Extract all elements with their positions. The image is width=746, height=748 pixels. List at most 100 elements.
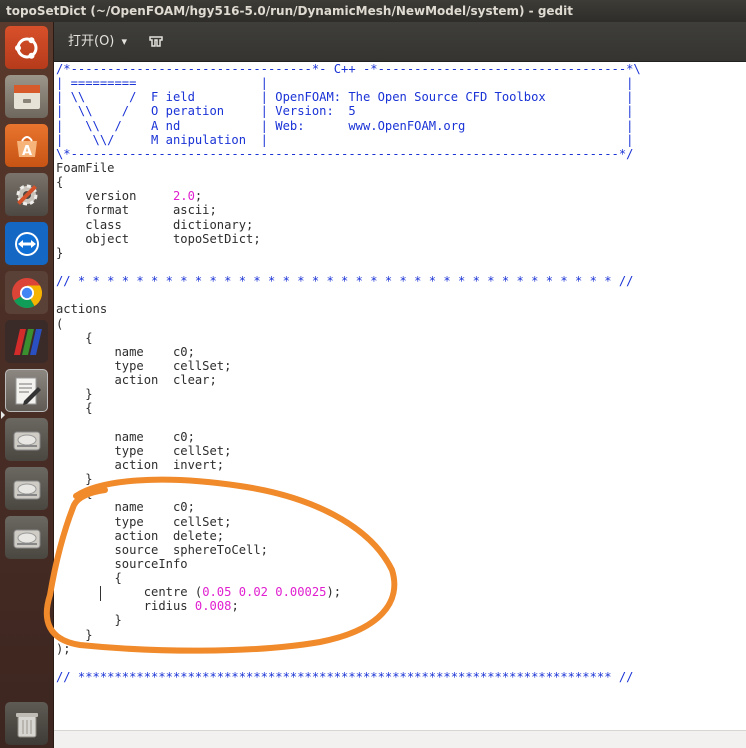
code-token: action clear; [56, 373, 217, 388]
code-line: ); [56, 642, 641, 656]
code-token: ridius [56, 599, 195, 614]
code-token: { [56, 401, 93, 416]
code-line: { [56, 401, 641, 415]
editor-text-area[interactable]: /*---------------------------------*- C+… [54, 62, 746, 730]
code-line: class dictionary; [56, 218, 641, 232]
code-line: { [56, 571, 641, 585]
code-token: 0.05 0.02 0.00025 [202, 585, 327, 600]
code-line: // * * * * * * * * * * * * * * * * * * *… [56, 274, 641, 288]
code-token: { [56, 175, 64, 190]
software-center-icon[interactable]: A [5, 124, 48, 167]
code-token: } [56, 613, 122, 628]
active-app-indicator-icon [1, 411, 5, 419]
code-token: format ascii; [56, 203, 217, 218]
window-title: topoSetDict (~/OpenFOAM/hgy516-5.0/run/D… [0, 0, 746, 22]
toolbar: 打开(O) ▾ [54, 22, 746, 62]
code-token: ; [231, 599, 239, 614]
code-line: } [56, 246, 641, 260]
code-line: FoamFile [56, 161, 641, 175]
code-line: ridius 0.008; [56, 599, 641, 613]
code-token: 0.008 [194, 599, 232, 614]
code-line: } [56, 472, 641, 486]
code-token: actions [56, 302, 108, 317]
code-token: } [56, 627, 93, 642]
code-token: type cellSet; [56, 443, 232, 458]
code-token: ); [326, 585, 342, 600]
disk-1-icon[interactable] [5, 418, 48, 461]
code-line: action invert; [56, 458, 641, 472]
code-token: | ========= | | [56, 76, 634, 91]
code-line: object topoSetDict; [56, 232, 641, 246]
teamviewer-icon[interactable] [5, 222, 48, 265]
code-token: FoamFile [56, 160, 115, 175]
code-token: 2.0 [172, 189, 195, 204]
code-token: | \\/ M anipulation | | [56, 132, 634, 147]
code-line: action delete; [56, 529, 641, 543]
code-line: type cellSet; [56, 359, 641, 373]
code-token: } [56, 245, 64, 260]
code-line: | ========= | | [56, 76, 641, 90]
code-token: object topoSetDict; [56, 231, 261, 246]
code-token: name c0; [56, 344, 195, 359]
code-token: source sphereToCell; [56, 542, 268, 557]
code-token: \*--------------------------------------… [56, 146, 634, 161]
code-token: type cellSet; [56, 358, 232, 373]
code-line: centre (0.05 0.02 0.00025); [56, 585, 641, 599]
code-line: /*---------------------------------*- C+… [56, 62, 641, 76]
code-line: name c0; [56, 430, 641, 444]
chevron-down-icon: ▾ [121, 35, 128, 48]
code-line: actions [56, 302, 641, 316]
code-line: } [56, 628, 641, 642]
code-token: { [56, 571, 122, 586]
code-token: // * * * * * * * * * * * * * * * * * * *… [56, 274, 634, 289]
code-token: } [56, 472, 93, 487]
text-cursor [100, 586, 101, 601]
code-line: } [56, 387, 641, 401]
code-token: action invert; [56, 457, 225, 472]
code-line: ( [56, 317, 641, 331]
code-view: /*---------------------------------*- C+… [56, 62, 641, 684]
code-line: | \\/ M anipulation | | [56, 133, 641, 147]
code-line: | \\ / O peration | Version: 5 | [56, 104, 641, 118]
new-document-button[interactable] [144, 30, 168, 54]
code-token: version [56, 189, 173, 204]
code-token: centre ( [56, 585, 203, 600]
code-line: name c0; [56, 345, 641, 359]
code-token: ); [56, 641, 71, 656]
code-token: class dictionary; [56, 217, 254, 232]
disk-2-icon[interactable] [5, 467, 48, 510]
disk-3-icon[interactable] [5, 516, 48, 559]
code-line: { [56, 486, 641, 500]
code-line: type cellSet; [56, 444, 641, 458]
code-token: sourceInfo [56, 556, 188, 571]
new-document-icon [149, 35, 163, 47]
code-line: action clear; [56, 373, 641, 387]
code-token: /*---------------------------------*- C+… [56, 62, 641, 76]
code-line: type cellSet; [56, 515, 641, 529]
paraview-icon[interactable] [5, 320, 48, 363]
code-line: { [56, 331, 641, 345]
trash-icon[interactable] [5, 702, 48, 745]
system-settings-icon[interactable] [5, 173, 48, 216]
svg-text:A: A [21, 144, 31, 159]
status-bar [54, 730, 746, 748]
files-icon[interactable] [5, 75, 48, 118]
open-button[interactable]: 打开(O) ▾ [62, 30, 133, 54]
code-line: } [56, 613, 641, 627]
code-line: \*--------------------------------------… [56, 147, 641, 161]
text-editor-icon[interactable] [5, 369, 48, 412]
code-line: format ascii; [56, 203, 641, 217]
code-token: | \\ / A nd | Web: www.OpenFOAM.org | [56, 118, 634, 133]
code-line: name c0; [56, 500, 641, 514]
code-line: | \\ / A nd | Web: www.OpenFOAM.org | [56, 119, 641, 133]
launcher: A [0, 22, 54, 748]
code-line: | \\ / F ield | OpenFOAM: The Open Sourc… [56, 90, 641, 104]
ubuntu-dash-icon[interactable] [5, 26, 48, 69]
code-token: ( [56, 316, 64, 331]
chrome-icon[interactable] [5, 271, 48, 314]
code-token: | \\ / F ield | OpenFOAM: The Open Sourc… [56, 90, 634, 105]
